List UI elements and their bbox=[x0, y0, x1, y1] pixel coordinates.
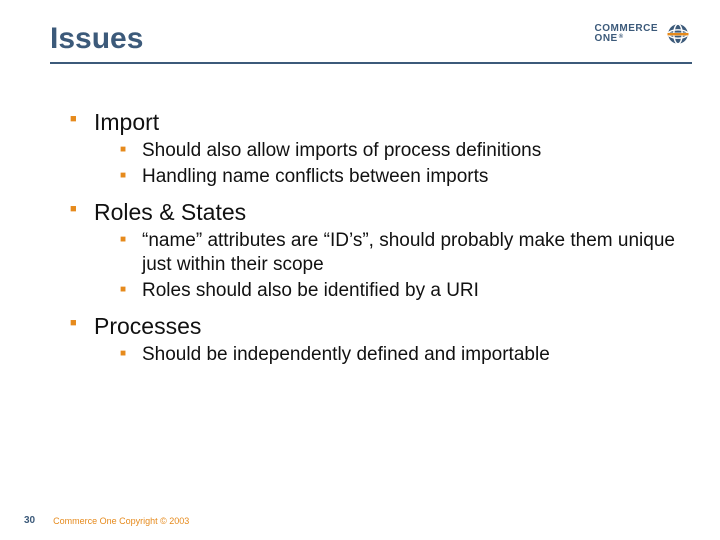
logo-line2: ONE bbox=[595, 34, 618, 45]
list-item: “name” attributes are “ID’s”, should pro… bbox=[120, 229, 680, 277]
sub-bullet-text: Handling name conflicts between imports bbox=[142, 165, 680, 189]
bullet-label: Roles & States bbox=[94, 198, 680, 227]
sub-bullet-text: “name” attributes are “ID’s”, should pro… bbox=[142, 229, 680, 277]
list-item: Roles & States “name” attributes are “ID… bbox=[70, 198, 680, 302]
sub-bullet-text: Should also allow imports of process def… bbox=[142, 139, 680, 163]
list-item: Roles should also be identified by a URI bbox=[120, 279, 680, 303]
bullet-label: Import bbox=[94, 108, 680, 137]
bullet-label: Processes bbox=[94, 312, 680, 341]
list-item: Should be independently defined and impo… bbox=[120, 343, 680, 367]
list-item: Import Should also allow imports of proc… bbox=[70, 108, 680, 188]
globe-icon bbox=[664, 20, 692, 48]
sub-bullet-text: Should be independently defined and impo… bbox=[142, 343, 680, 367]
page-title: Issues bbox=[50, 22, 143, 56]
title-underline bbox=[50, 62, 692, 64]
logo-reg: ® bbox=[619, 34, 624, 40]
copyright-text: Commerce One Copyright © 2003 bbox=[53, 516, 189, 526]
company-logo-text: COMMERCE ONE ® bbox=[595, 24, 658, 45]
page-number: 30 bbox=[24, 515, 35, 526]
body-content: Import Should also allow imports of proc… bbox=[70, 108, 680, 377]
company-logo: COMMERCE ONE ® bbox=[595, 20, 692, 48]
sub-bullet-text: Roles should also be identified by a URI bbox=[142, 279, 680, 303]
list-item: Processes Should be independently define… bbox=[70, 312, 680, 367]
slide: COMMERCE ONE ® Issues Import Should also… bbox=[0, 0, 720, 540]
list-item: Should also allow imports of process def… bbox=[120, 139, 680, 163]
footer: 30 Commerce One Copyright © 2003 bbox=[24, 515, 189, 526]
list-item: Handling name conflicts between imports bbox=[120, 165, 680, 189]
